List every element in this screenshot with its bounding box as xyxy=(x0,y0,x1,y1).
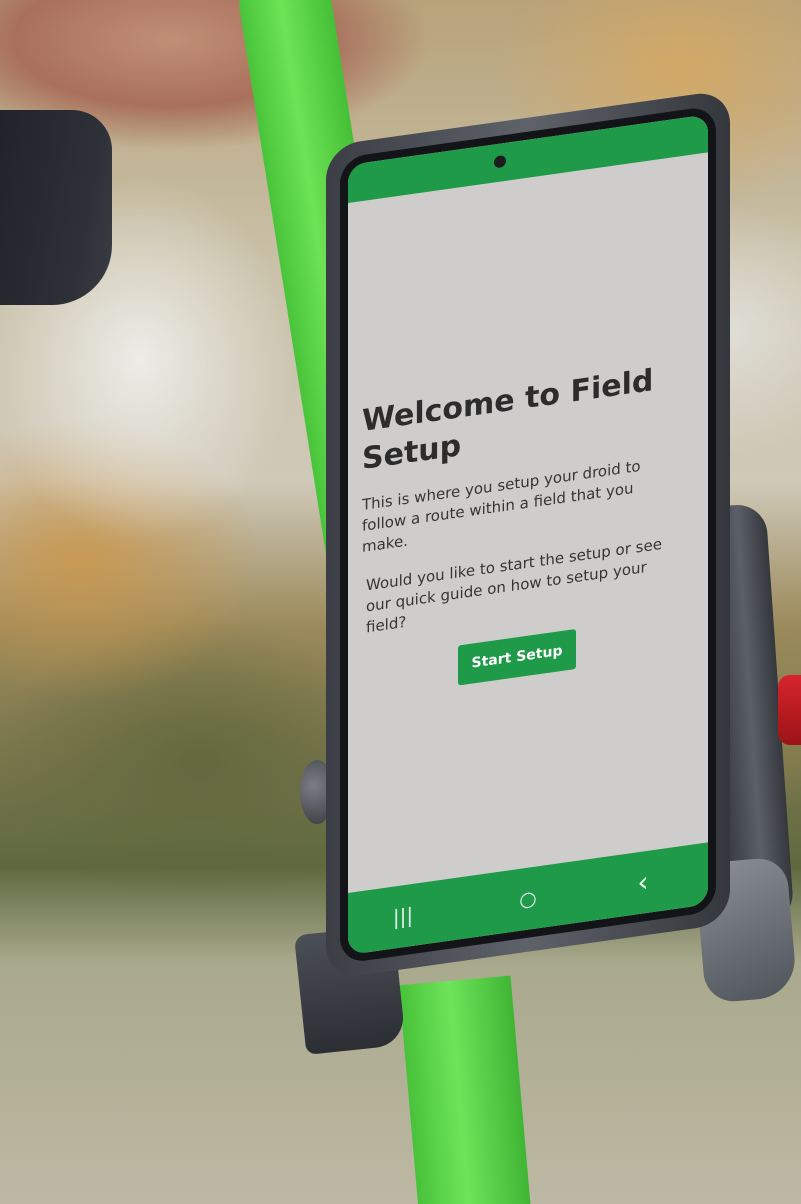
back-icon[interactable]: ‹ xyxy=(618,864,668,901)
photo: Welcome to Field Setup This is where you… xyxy=(0,0,801,1204)
jacket-sleeve xyxy=(0,110,112,305)
home-icon[interactable]: ○ xyxy=(503,880,553,917)
phone-screen: Welcome to Field Setup This is where you… xyxy=(348,114,708,956)
start-setup-button[interactable]: Start Setup xyxy=(458,628,576,686)
phone: Welcome to Field Setup This is where you… xyxy=(326,89,730,981)
recent-apps-icon[interactable]: ||| xyxy=(378,898,428,935)
front-camera xyxy=(494,154,506,169)
welcome-content: Welcome to Field Setup This is where you… xyxy=(362,359,678,699)
green-pole-lower xyxy=(398,975,534,1204)
red-clamp-knob xyxy=(778,675,801,745)
